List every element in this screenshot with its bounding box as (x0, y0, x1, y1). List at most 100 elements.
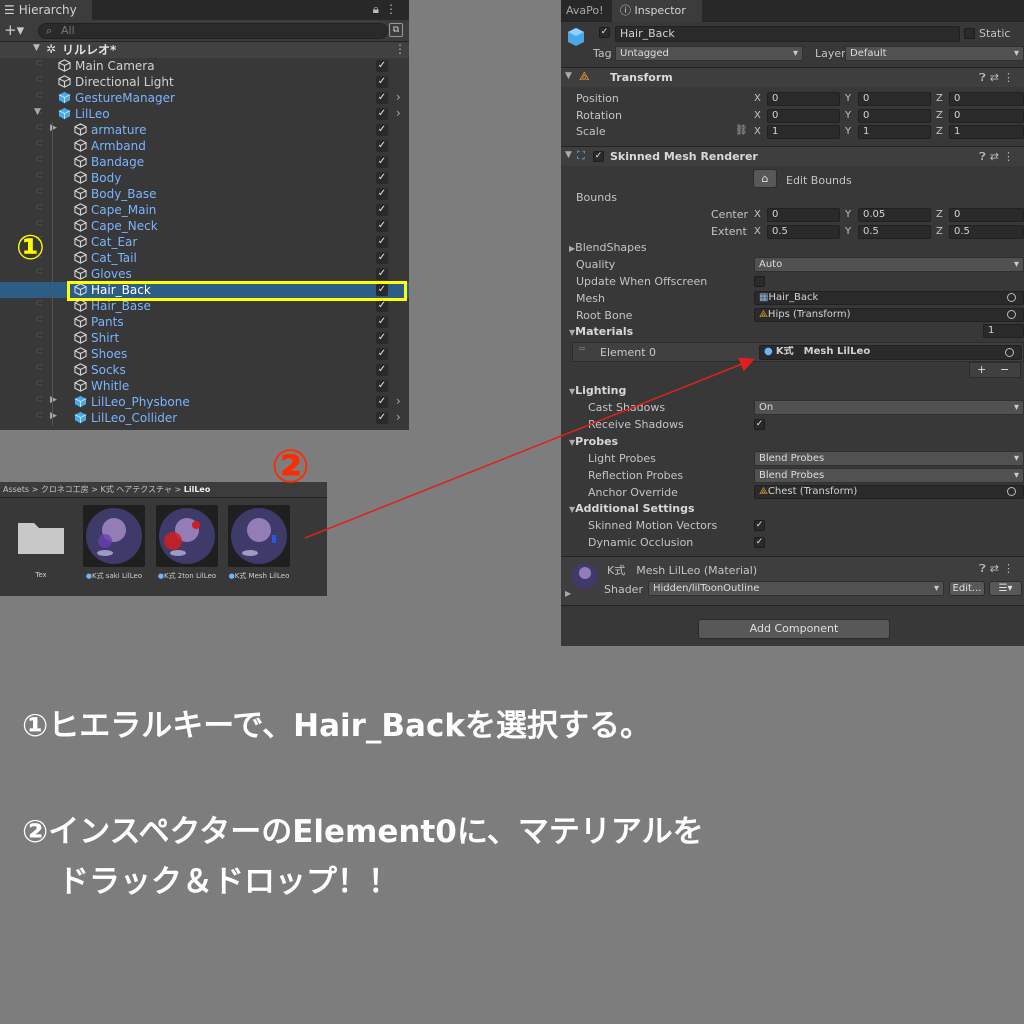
hierarchy-item[interactable]: ⊂ GestureManager ✓ › (0, 90, 409, 106)
edit-bounds-button[interactable]: ⌂ (753, 169, 777, 188)
active-checkbox[interactable]: ✓ (376, 236, 388, 248)
asset-material-2ton[interactable]: ●K式 2ton LilLeo (156, 505, 218, 581)
breadcrumb-item-4[interactable]: LilLeo (184, 485, 211, 494)
help-icon[interactable]: ❓︎ (979, 562, 990, 575)
remove-element-button[interactable]: − (1000, 363, 1009, 376)
transform-x-field[interactable]: 1 (767, 125, 840, 139)
asset-material-saki[interactable]: ●K式 saki LilLeo (83, 505, 145, 581)
hierarchy-item[interactable]: ⊂ Bandage ✓ (0, 154, 409, 170)
chevron-right-icon[interactable]: › (396, 106, 401, 120)
preset-icon[interactable]: ⇄ (990, 562, 1003, 575)
hierarchy-item[interactable]: ⊂ Cape_Main ✓ (0, 202, 409, 218)
element-0-material-field[interactable]: ● K式 Mesh LilLeo (759, 345, 1022, 360)
transform-header[interactable]: ▼ ⟁ Transform ❓︎⇄⋮ (561, 67, 1024, 87)
extent-x-field[interactable]: 0.5 (767, 225, 840, 239)
scene-header[interactable]: ▼ ✲ リルレオ* ⋮ (0, 42, 409, 58)
update-offscreen-checkbox[interactable] (754, 276, 765, 287)
preset-icon[interactable]: ⇄ (990, 150, 1003, 163)
layer-dropdown[interactable]: Default (845, 46, 1024, 61)
reflection-probes-dropdown[interactable]: Blend Probes (754, 468, 1024, 483)
visibility-toggle-icon[interactable]: ⊂ (35, 202, 43, 213)
transform-x-field[interactable]: 0 (767, 92, 840, 106)
active-checkbox[interactable]: ✓ (376, 220, 388, 232)
hierarchy-item[interactable]: ⊂ Cat_Tail ✓ (0, 250, 409, 266)
hierarchy-search-input[interactable]: ⌕ All (38, 23, 388, 39)
transform-y-field[interactable]: 0 (858, 109, 931, 123)
hierarchy-item[interactable]: ⊂ Cape_Neck ✓ (0, 218, 409, 234)
visibility-toggle-icon[interactable]: ⊂ (35, 330, 43, 341)
visibility-toggle-icon[interactable]: ⊂ (35, 298, 43, 309)
visibility-toggle-icon[interactable]: ⊂ (35, 122, 43, 133)
expand-arrow-icon[interactable]: ▼ (34, 107, 41, 117)
hierarchy-item[interactable]: ⊂ ▶ LilLeo_Collider ✓ › (0, 410, 409, 426)
tag-dropdown[interactable]: Untagged (615, 46, 803, 61)
asset-material-mesh[interactable]: ●K式 Mesh LilLeo (228, 505, 290, 581)
object-picker-icon[interactable] (1005, 348, 1014, 357)
visibility-toggle-icon[interactable]: ⊂ (35, 154, 43, 165)
expand-arrow-icon[interactable]: ▼ (33, 43, 40, 53)
asset-folder-tex[interactable]: Tex (10, 505, 72, 579)
center-y-field[interactable]: 0.05 (858, 208, 931, 222)
hierarchy-item[interactable]: ⊂ ▼ LilLeo ✓ › (0, 106, 409, 122)
hierarchy-item[interactable]: ⊂ ▶ armature ✓ (0, 122, 409, 138)
help-icon[interactable]: ❓︎ (979, 150, 990, 163)
dynamic-occlusion-checkbox[interactable]: ✓ (754, 537, 765, 548)
active-checkbox[interactable]: ✓ (376, 316, 388, 328)
shader-edit-button[interactable]: Edit... (949, 581, 985, 596)
breadcrumb-item-1[interactable]: Assets (3, 485, 29, 494)
hierarchy-item[interactable]: ⊂ ▶ LilLeo_Physbone ✓ › (0, 394, 409, 410)
visibility-toggle-icon[interactable]: ⊂ (35, 282, 43, 293)
active-checkbox[interactable]: ✓ (376, 396, 388, 408)
visibility-toggle-icon[interactable]: ⊂ (35, 394, 43, 405)
hierarchy-tab[interactable]: ☰ Hierarchy (0, 0, 92, 20)
smr-header[interactable]: ▼ ⛶ ✓ Skinned Mesh Renderer ❓︎⇄⋮ (561, 146, 1024, 166)
shader-dropdown[interactable]: Hidden/lilToonOutline (648, 581, 944, 596)
active-checkbox[interactable]: ✓ (376, 76, 388, 88)
active-checkbox[interactable]: ✓ (376, 156, 388, 168)
breadcrumb-item-2[interactable]: クロネコ工房 (41, 485, 89, 494)
transform-z-field[interactable]: 0 (949, 109, 1024, 123)
kebab-icon[interactable]: ⋮ (385, 2, 403, 16)
blendshapes-foldout[interactable]: ▶BlendShapes (569, 241, 647, 254)
foldout-arrow-icon[interactable]: ▶ (565, 589, 571, 598)
active-checkbox[interactable]: ✓ (376, 124, 388, 136)
hierarchy-item[interactable]: ⊂ Body ✓ (0, 170, 409, 186)
center-z-field[interactable]: 0 (949, 208, 1024, 222)
kebab-icon[interactable]: ⋮ (1003, 71, 1018, 84)
active-checkbox[interactable]: ✓ (376, 252, 388, 264)
materials-foldout[interactable]: ▼Materials (569, 325, 633, 338)
tab-inspector[interactable]: ⓘ Inspector (612, 0, 702, 22)
mesh-field[interactable]: ▦Hair_Back (754, 291, 1024, 305)
transform-y-field[interactable]: 0 (858, 92, 931, 106)
smr-enabled-checkbox[interactable]: ✓ (593, 151, 604, 162)
probes-foldout[interactable]: ▼Probes (569, 435, 618, 448)
visibility-toggle-icon[interactable]: ⊂ (35, 138, 43, 149)
scale-link-icon[interactable]: ⛓ (735, 125, 748, 136)
hierarchy-item[interactable]: ⊂ Main Camera ✓ (0, 58, 409, 74)
object-picker-icon[interactable] (1007, 487, 1016, 496)
visibility-toggle-icon[interactable]: ⊂ (35, 74, 43, 85)
add-element-button[interactable]: + (977, 363, 986, 376)
lock-icon[interactable]: 🔒︎ (373, 2, 385, 16)
quality-dropdown[interactable]: Auto (754, 257, 1024, 272)
visibility-toggle-icon[interactable]: ⊂ (35, 346, 43, 357)
hierarchy-item[interactable]: ⊂ Body_Base ✓ (0, 186, 409, 202)
drag-handle-icon[interactable]: ═ (579, 344, 585, 355)
center-x-field[interactable]: 0 (767, 208, 840, 222)
chevron-right-icon[interactable]: › (396, 410, 401, 424)
visibility-toggle-icon[interactable]: ⊂ (35, 410, 43, 421)
active-checkbox[interactable]: ✓ (376, 380, 388, 392)
light-probes-dropdown[interactable]: Blend Probes (754, 451, 1024, 466)
lighting-foldout[interactable]: ▼Lighting (569, 384, 626, 397)
extent-z-field[interactable]: 0.5 (949, 225, 1024, 239)
static-checkbox[interactable] (964, 28, 975, 39)
visibility-toggle-icon[interactable]: ⊂ (35, 314, 43, 325)
foldout-arrow-icon[interactable]: ▼ (565, 150, 572, 160)
active-checkbox[interactable]: ✓ (599, 27, 610, 38)
transform-y-field[interactable]: 1 (858, 125, 931, 139)
transform-z-field[interactable]: 0 (949, 92, 1024, 106)
visibility-toggle-icon[interactable]: ⊂ (35, 362, 43, 373)
active-checkbox[interactable]: ✓ (376, 204, 388, 216)
visibility-toggle-icon[interactable]: ⊂ (35, 170, 43, 181)
active-checkbox[interactable]: ✓ (376, 348, 388, 360)
